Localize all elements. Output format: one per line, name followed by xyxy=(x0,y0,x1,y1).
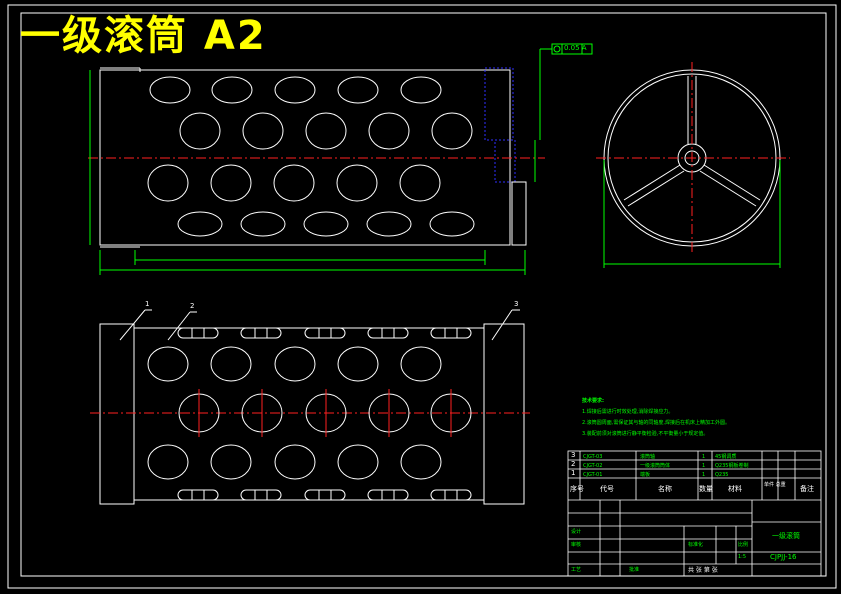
front-hole xyxy=(211,76,253,104)
balloon-3: 3 xyxy=(514,300,519,308)
bom-header-weight: 单件 总重 xyxy=(764,482,786,488)
front-hole xyxy=(337,76,379,104)
bom-header-material: 材料 xyxy=(728,485,742,493)
front-view xyxy=(88,67,545,275)
bottom-hole xyxy=(210,346,252,382)
slot-hole xyxy=(177,327,219,339)
front-hole xyxy=(366,211,412,237)
front-hole xyxy=(149,76,191,104)
front-view-holes xyxy=(147,76,475,237)
tech-note-2: 2.滚筒圆周面,需保证其与轴的同轴度,焊接后在机床上精加工外圆。 xyxy=(582,420,730,426)
bottom-hole xyxy=(274,444,316,480)
bom-row-1-qty: 1 xyxy=(702,472,706,478)
title-block-scale-label: 比例 xyxy=(738,542,749,548)
front-hole xyxy=(177,211,223,237)
side-view xyxy=(596,62,790,268)
bom-header-qty: 数量 xyxy=(699,485,713,493)
front-hole xyxy=(399,164,441,202)
title-block-scale: 1:5 xyxy=(738,554,747,560)
title-block-sheet: 共 张 第 张 xyxy=(688,567,718,574)
front-hole xyxy=(303,211,349,237)
bottom-hole xyxy=(400,346,442,382)
front-hole xyxy=(336,164,378,202)
bom-header-code: 代号 xyxy=(600,485,614,493)
bom-row-3-name: 滚筒轴 xyxy=(640,454,656,460)
bom-row-2-qty: 1 xyxy=(702,463,706,469)
outer-border xyxy=(7,4,837,589)
title-block-process: 工艺 xyxy=(571,567,582,573)
front-hole xyxy=(429,211,475,237)
bom-row-1-code: CJGT-01 xyxy=(583,472,603,478)
tech-notes-heading: 技术要求: xyxy=(582,398,604,404)
bottom-hole xyxy=(147,346,189,382)
technical-notes: 技术要求: 1.焊接后需进行时效处理,消除焊接应力。 2.滚筒圆周面,需保证其与… xyxy=(582,396,730,440)
tech-note-1: 1.焊接后需进行时效处理,消除焊接应力。 xyxy=(582,409,674,415)
slot-hole xyxy=(240,327,282,339)
end-plate-hatch xyxy=(484,67,514,141)
bom-row-3-code: CJGT-03 xyxy=(583,454,603,460)
front-hole xyxy=(242,112,284,150)
bottom-hole xyxy=(274,346,316,382)
tolerance-text: 0.05 A xyxy=(564,44,587,52)
bottom-view xyxy=(90,309,530,505)
title-block-approve: 批准 xyxy=(629,567,640,573)
title-block-drawing-no: CJPJJ-16 xyxy=(770,553,797,561)
front-hole xyxy=(274,76,316,104)
bottom-hole xyxy=(337,444,379,480)
tolerance-frame xyxy=(539,43,593,140)
slot-hole xyxy=(367,327,409,339)
slot-hole xyxy=(240,489,282,501)
slot-hole xyxy=(304,489,346,501)
bom-header-note: 备注 xyxy=(800,485,814,493)
front-hole xyxy=(179,112,221,150)
bottom-hole xyxy=(337,346,379,382)
bom-row-1-material: Q235 xyxy=(715,472,729,478)
bom-row-2-no: 2 xyxy=(571,460,576,468)
slot-hole xyxy=(430,327,472,339)
title-block-part-name: 一级滚筒 xyxy=(772,532,800,540)
bom-row-3-no: 3 xyxy=(571,451,576,459)
bom-row-2-code: CJGT-02 xyxy=(583,463,603,469)
front-hole xyxy=(210,164,252,202)
drawing-canvas xyxy=(7,4,837,589)
balloon-1: 1 xyxy=(145,300,150,308)
front-hole xyxy=(147,164,189,202)
bottom-hole xyxy=(210,444,252,480)
bottom-view-holes xyxy=(147,327,472,501)
bom-header-no: 序号 xyxy=(570,485,584,493)
title-block-design: 设计 xyxy=(571,529,582,535)
bom-row-3-qty: 1 xyxy=(702,454,706,460)
bom-row-2-material: Q235钢板卷制 xyxy=(715,463,749,469)
slot-hole xyxy=(430,489,472,501)
bom-header-name: 名称 xyxy=(658,485,672,493)
title-block-standard: 标准化 xyxy=(688,542,704,548)
bottom-hole xyxy=(400,444,442,480)
front-hole xyxy=(368,112,410,150)
slot-hole xyxy=(304,327,346,339)
front-hole xyxy=(400,76,442,104)
bom-row-1-name: 端板 xyxy=(640,472,651,478)
drawing-title: 一级滚筒 A2 xyxy=(20,13,267,59)
title-block-check: 审核 xyxy=(571,542,582,548)
front-hole xyxy=(305,112,347,150)
tech-note-3: 3.装配前须对滚筒进行静平衡检验,不平衡量小于规定值。 xyxy=(582,431,709,437)
bottom-hole xyxy=(147,444,189,480)
bom-row-2-name: 一级滚筒筒体 xyxy=(640,463,671,469)
front-hole xyxy=(240,211,286,237)
bom-row-1-no: 1 xyxy=(571,469,576,477)
balloon-2: 2 xyxy=(190,302,195,310)
slot-hole xyxy=(367,489,409,501)
slot-hole xyxy=(177,489,219,501)
bom-row-3-material: 45钢调质 xyxy=(715,454,737,460)
front-hole xyxy=(431,112,473,150)
front-hole xyxy=(273,164,315,202)
